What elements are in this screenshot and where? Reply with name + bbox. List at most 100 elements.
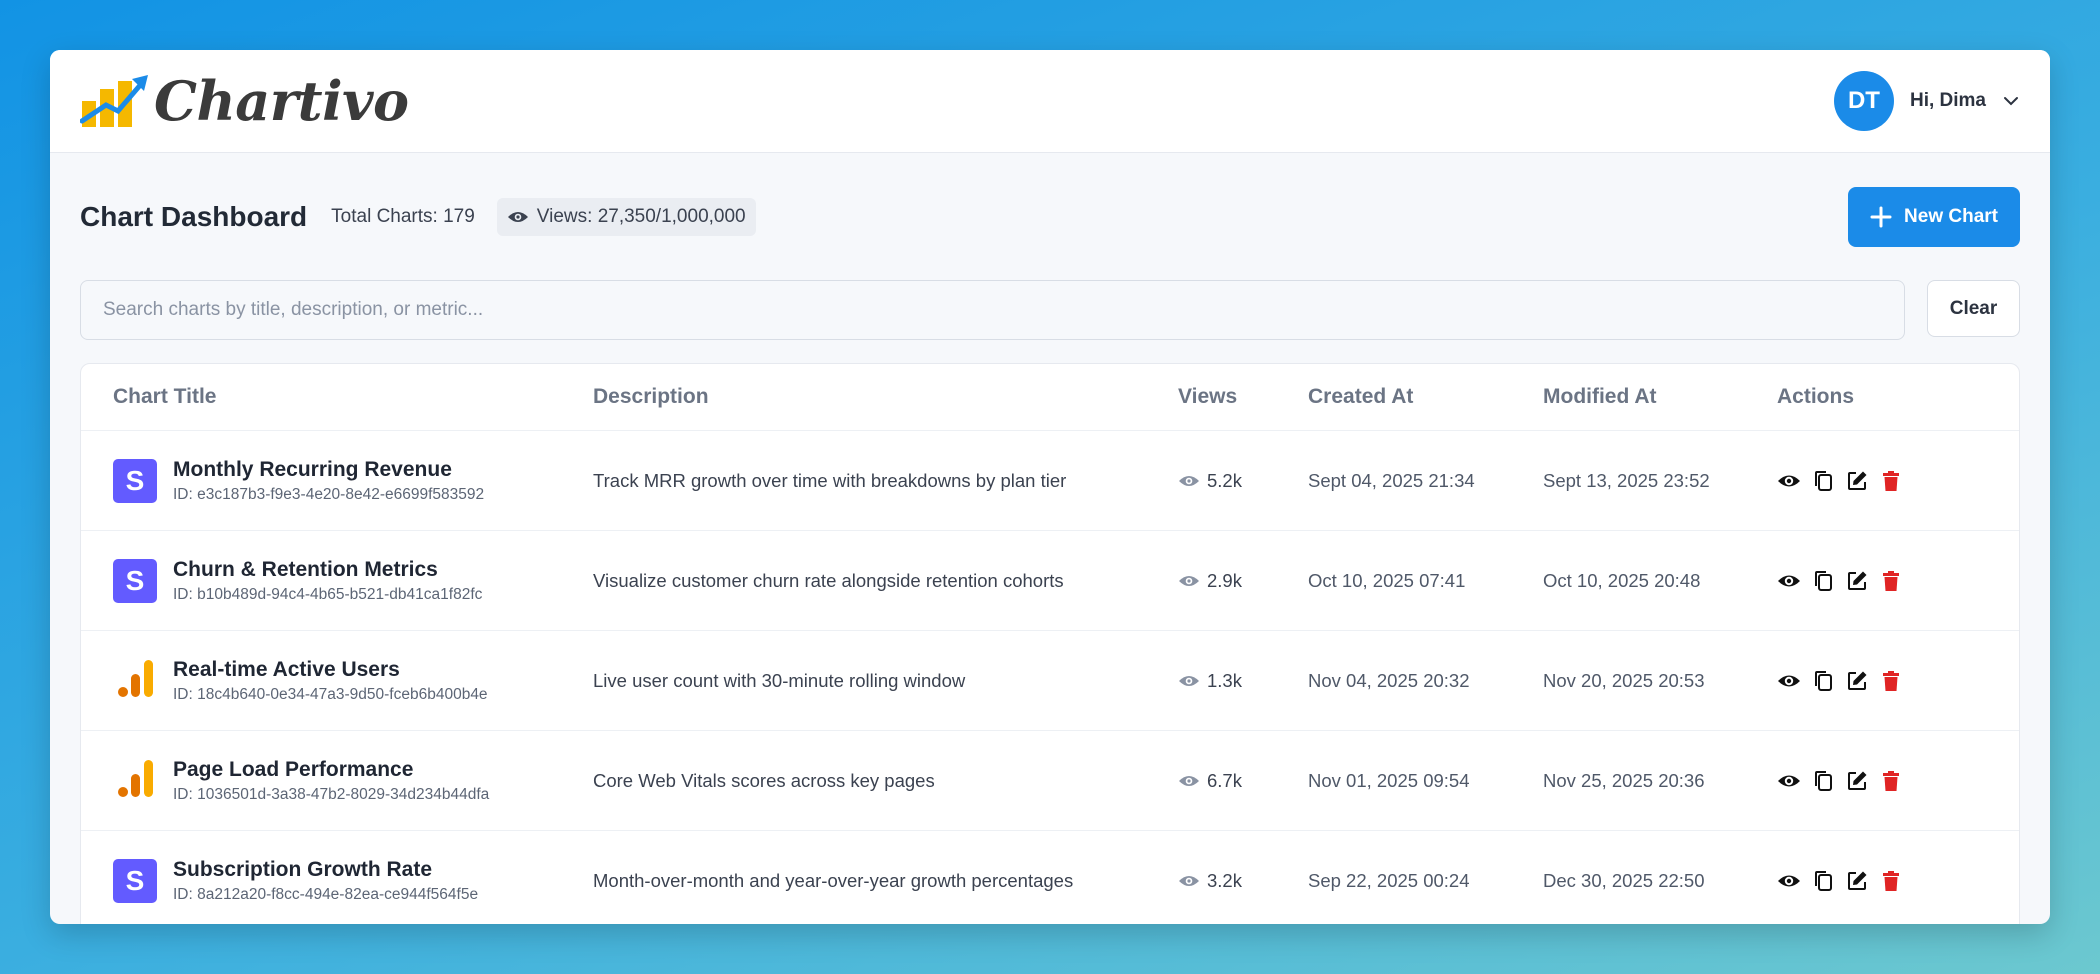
stripe-s-icon: S xyxy=(113,458,157,503)
created-at: Nov 04, 2025 20:32 xyxy=(1308,669,1470,691)
delete-icon[interactable] xyxy=(1879,869,1903,893)
edit-icon[interactable] xyxy=(1845,569,1869,593)
views-value: 2.9k xyxy=(1207,569,1242,591)
chart-views: 1.3k xyxy=(1178,670,1242,692)
created-at: Oct 10, 2025 07:41 xyxy=(1308,569,1466,591)
row-actions xyxy=(1777,569,1903,593)
chart-views: 2.9k xyxy=(1178,570,1242,592)
chart-title[interactable]: Page Load Performance xyxy=(173,758,489,782)
row-actions xyxy=(1777,869,1903,893)
logo[interactable]: Chartivo xyxy=(80,69,409,133)
header-created-at[interactable]: Created At xyxy=(1308,385,1413,409)
views-value: 1.3k xyxy=(1207,669,1242,691)
row-actions xyxy=(1777,469,1903,493)
view-eye-icon[interactable] xyxy=(1777,469,1801,493)
logo-chart-icon xyxy=(80,75,148,127)
row-actions xyxy=(1777,669,1903,693)
stripe-s-icon: S xyxy=(113,558,157,603)
edit-icon[interactable] xyxy=(1845,769,1869,793)
delete-icon[interactable] xyxy=(1879,669,1903,693)
delete-icon[interactable] xyxy=(1879,769,1903,793)
chart-views: 6.7k xyxy=(1178,770,1242,792)
logo-text: Chartivo xyxy=(154,69,409,133)
table-row[interactable]: Real-time Active Users ID: 18c4b640-0e34… xyxy=(81,631,2019,731)
modified-at: Oct 10, 2025 20:48 xyxy=(1543,569,1701,591)
eye-icon xyxy=(1179,775,1199,786)
table-header: Chart Title Description Views Created At… xyxy=(81,364,2019,431)
view-eye-icon[interactable] xyxy=(1777,869,1801,893)
duplicate-icon[interactable] xyxy=(1811,769,1835,793)
chevron-down-icon[interactable] xyxy=(2002,92,2020,110)
chart-id: ID: b10b489d-94c4-4b65-b521-db41ca1f82fc xyxy=(173,585,483,603)
plus-icon xyxy=(1870,206,1892,228)
avatar[interactable]: DT xyxy=(1833,71,1894,131)
delete-icon[interactable] xyxy=(1879,469,1903,493)
header-views[interactable]: Views xyxy=(1178,385,1237,409)
clear-button[interactable]: Clear xyxy=(1927,280,2020,337)
top-bar: Chartivo DT Hi, Dima xyxy=(50,50,2050,153)
created-at: Sep 22, 2025 00:24 xyxy=(1308,869,1470,891)
views-value: 3.2k xyxy=(1207,869,1242,891)
app-window: Chartivo DT Hi, Dima Chart Dashboard Tot… xyxy=(50,50,2050,924)
charts-table: Chart Title Description Views Created At… xyxy=(80,363,2020,924)
chart-title[interactable]: Real-time Active Users xyxy=(173,658,488,682)
delete-icon[interactable] xyxy=(1879,569,1903,593)
eye-icon xyxy=(1179,675,1199,686)
chart-id: ID: 8a212a20-f8cc-494e-82ea-ce944f564f5e xyxy=(173,885,479,903)
modified-at: Sept 13, 2025 23:52 xyxy=(1543,469,1710,491)
table-row[interactable]: S Churn & Retention Metrics ID: b10b489d… xyxy=(81,531,2019,631)
chart-views: 5.2k xyxy=(1178,470,1242,492)
edit-icon[interactable] xyxy=(1845,869,1869,893)
created-at: Sept 04, 2025 21:34 xyxy=(1308,469,1475,491)
duplicate-icon[interactable] xyxy=(1811,569,1835,593)
view-eye-icon[interactable] xyxy=(1777,669,1801,693)
table-row[interactable]: Page Load Performance ID: 1036501d-3a38-… xyxy=(81,731,2019,831)
chart-title-cell: S Monthly Recurring Revenue ID: e3c187b3… xyxy=(113,458,484,504)
table-body: S Monthly Recurring Revenue ID: e3c187b3… xyxy=(81,431,2019,924)
header-description[interactable]: Description xyxy=(593,385,709,409)
eye-icon xyxy=(1179,575,1199,586)
chart-title-cell: S Churn & Retention Metrics ID: b10b489d… xyxy=(113,558,482,604)
created-at: Nov 01, 2025 09:54 xyxy=(1308,769,1470,791)
chart-views: 3.2k xyxy=(1178,870,1242,892)
eye-icon xyxy=(1179,875,1199,886)
views-count: Views: 27,350/1,000,000 xyxy=(536,206,746,227)
search-input[interactable] xyxy=(80,280,1905,340)
duplicate-icon[interactable] xyxy=(1811,669,1835,693)
new-chart-label: New Chart xyxy=(1904,206,1998,227)
chart-id: ID: 1036501d-3a38-47b2-8029-34d234b44dfa xyxy=(173,785,490,803)
chart-title[interactable]: Subscription Growth Rate xyxy=(173,858,478,882)
table-row[interactable]: S Subscription Growth Rate ID: 8a212a20-… xyxy=(81,831,2019,924)
table-row[interactable]: S Monthly Recurring Revenue ID: e3c187b3… xyxy=(81,431,2019,531)
chart-description: Visualize customer churn rate alongside … xyxy=(593,569,1064,591)
edit-icon[interactable] xyxy=(1845,469,1869,493)
duplicate-icon[interactable] xyxy=(1811,469,1835,493)
view-eye-icon[interactable] xyxy=(1777,769,1801,793)
user-menu[interactable]: DT Hi, Dima xyxy=(1833,71,2020,131)
edit-icon[interactable] xyxy=(1845,669,1869,693)
dashboard-header: Chart Dashboard Total Charts: 179 Views:… xyxy=(80,187,2020,247)
views-badge: Views: 27,350/1,000,000 xyxy=(496,198,756,236)
total-charts: Total Charts: 179 xyxy=(331,206,475,227)
user-greeting[interactable]: Hi, Dima xyxy=(1910,90,1986,112)
chart-title[interactable]: Churn & Retention Metrics xyxy=(173,558,482,582)
modified-at: Dec 30, 2025 22:50 xyxy=(1543,869,1705,891)
view-eye-icon[interactable] xyxy=(1777,569,1801,593)
header-actions: Actions xyxy=(1777,385,1855,408)
header-chart-title[interactable]: Chart Title xyxy=(113,385,216,409)
duplicate-icon[interactable] xyxy=(1811,869,1835,893)
search-row: Clear xyxy=(80,280,2020,340)
modified-at: Nov 25, 2025 20:36 xyxy=(1543,769,1705,791)
views-value: 6.7k xyxy=(1207,769,1242,791)
new-chart-button[interactable]: New Chart xyxy=(1848,187,2020,247)
header-modified-at[interactable]: Modified At xyxy=(1543,385,1657,409)
chart-title[interactable]: Monthly Recurring Revenue xyxy=(173,458,484,482)
row-actions xyxy=(1777,769,1903,793)
chart-description: Core Web Vitals scores across key pages xyxy=(593,769,935,791)
chart-description: Track MRR growth over time with breakdow… xyxy=(593,469,1067,491)
chart-title-cell: Page Load Performance ID: 1036501d-3a38-… xyxy=(113,756,489,805)
modified-at: Nov 20, 2025 20:53 xyxy=(1543,669,1705,691)
views-value: 5.2k xyxy=(1207,469,1242,491)
chart-description: Month-over-month and year-over-year grow… xyxy=(593,869,1074,891)
analytics-bars-icon xyxy=(118,660,153,697)
